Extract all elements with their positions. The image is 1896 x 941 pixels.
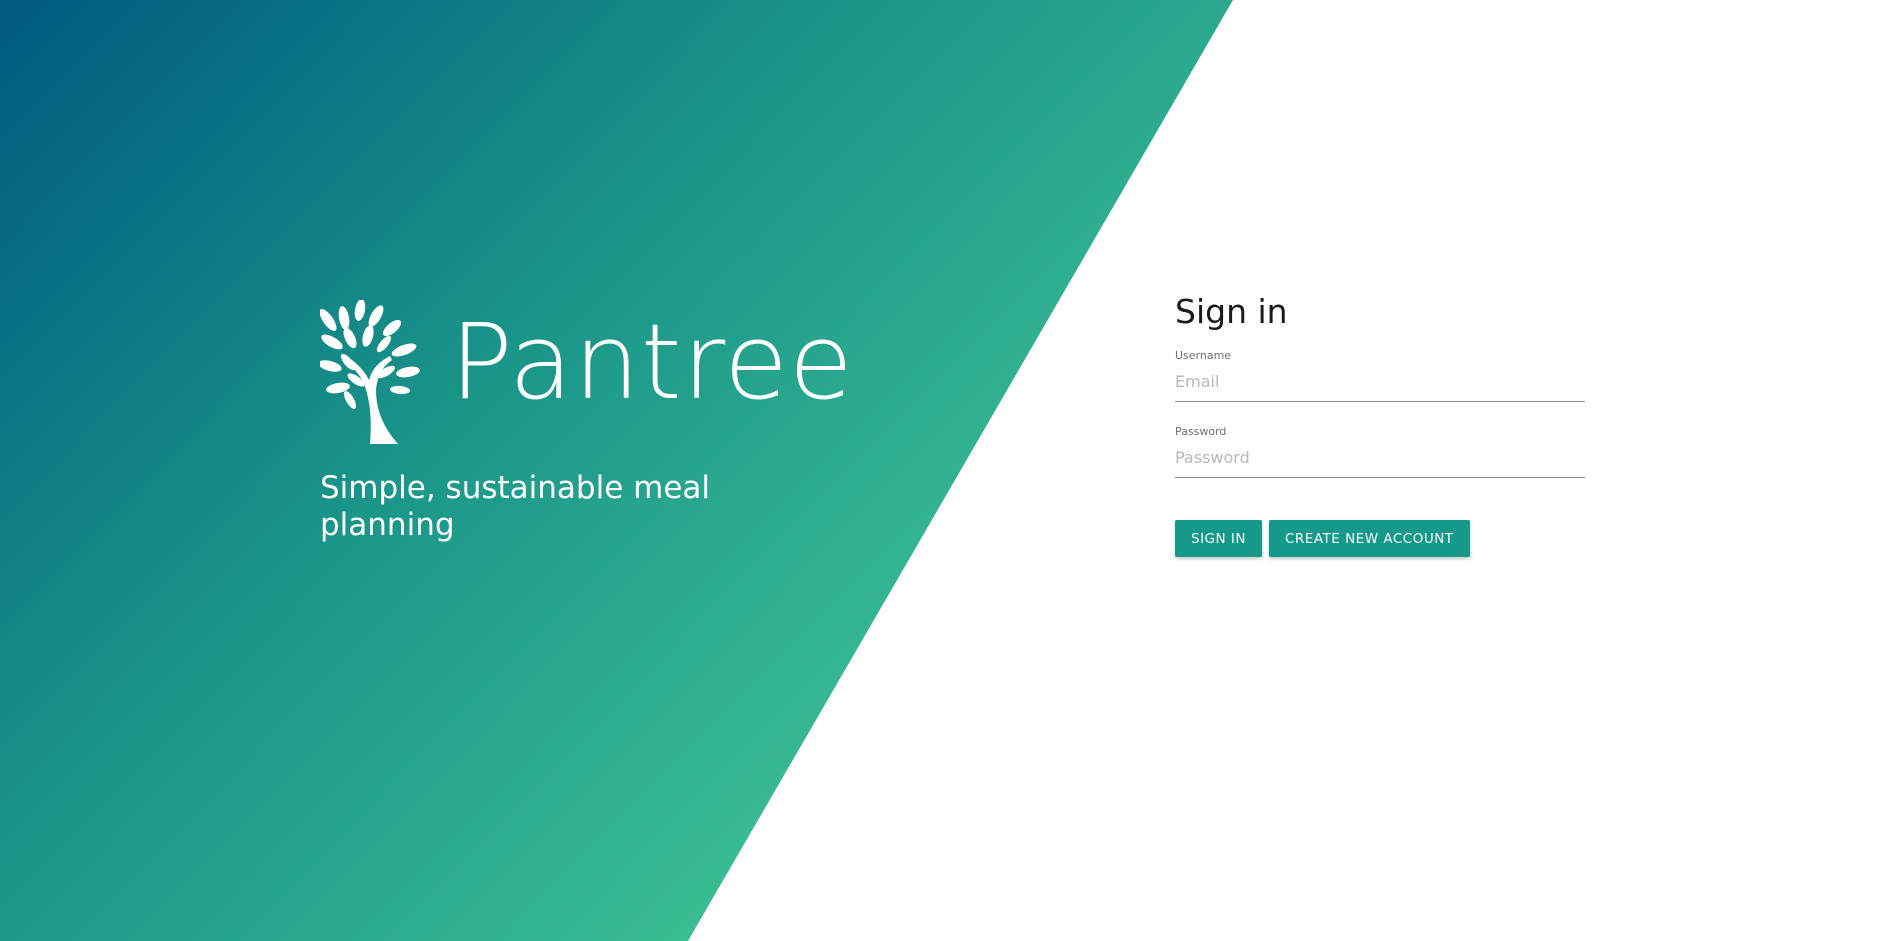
signin-form: Sign in Username Password SIGN IN CREATE…	[1175, 290, 1585, 557]
signin-title: Sign in	[1175, 292, 1288, 331]
username-input[interactable]	[1175, 364, 1585, 402]
brand-tagline: Simple, sustainable meal planning	[320, 470, 711, 543]
tree-icon	[320, 300, 420, 444]
sign-in-button[interactable]: SIGN IN	[1175, 520, 1262, 557]
password-field-group: Password	[1175, 424, 1585, 500]
create-account-button[interactable]: CREATE NEW ACCOUNT	[1268, 520, 1470, 557]
signin-actions: SIGN IN CREATE NEW ACCOUNT	[1175, 520, 1585, 557]
password-input[interactable]	[1175, 440, 1585, 478]
hero-gradient-background	[0, 0, 1233, 941]
brand-logo: Pantree	[320, 300, 880, 450]
login-page: Pantree Simple, sustainable meal plannin…	[0, 0, 1896, 941]
brand-name: Pantree	[450, 301, 854, 423]
username-label: Username	[1175, 349, 1232, 362]
password-label: Password	[1175, 425, 1227, 438]
username-field-group: Username	[1175, 348, 1585, 424]
